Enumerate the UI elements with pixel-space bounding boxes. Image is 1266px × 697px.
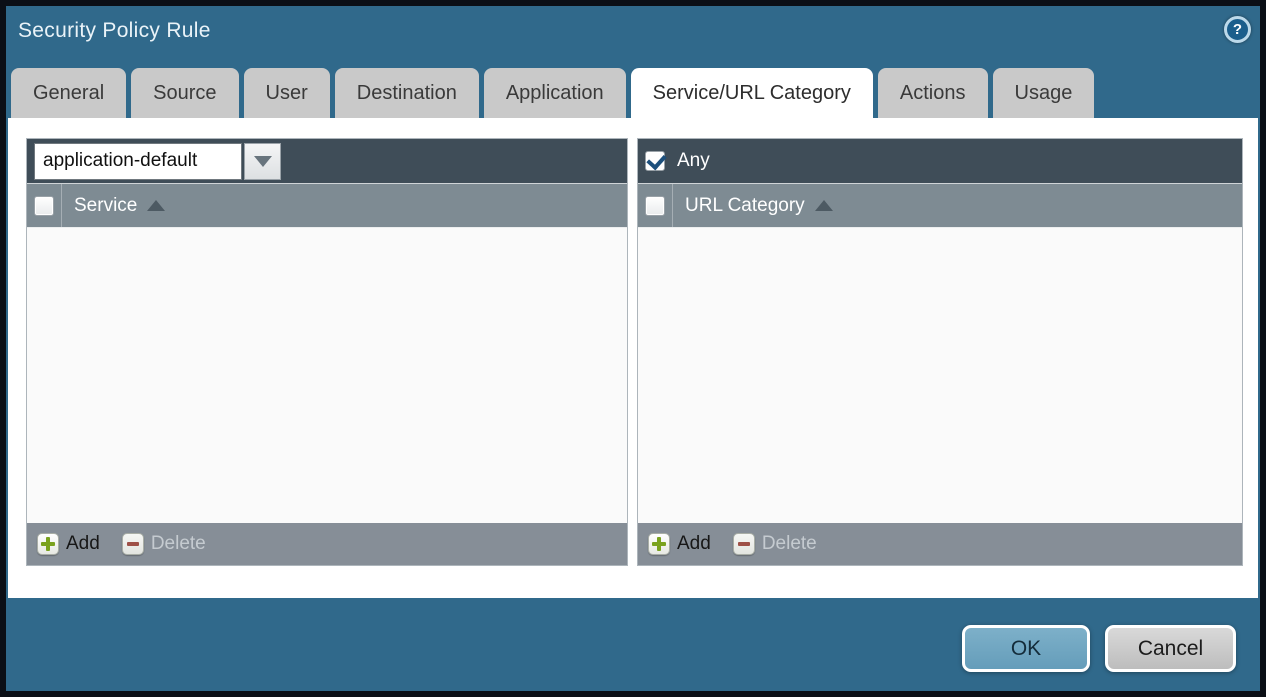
tab-destination[interactable]: Destination bbox=[335, 68, 479, 118]
sort-ascending-icon[interactable] bbox=[147, 200, 165, 211]
url-category-column-header-row: URL Category bbox=[638, 183, 1242, 228]
tab-usage[interactable]: Usage bbox=[993, 68, 1095, 118]
tab-application[interactable]: Application bbox=[484, 68, 626, 118]
service-column-header[interactable]: Service bbox=[74, 195, 137, 217]
url-category-column-header[interactable]: URL Category bbox=[685, 195, 805, 217]
security-policy-rule-dialog: Security Policy Rule ? General Source Us… bbox=[0, 0, 1266, 697]
add-label: Add bbox=[66, 533, 100, 555]
dialog-content: application-default Service Add bbox=[8, 118, 1258, 598]
service-type-value[interactable]: application-default bbox=[34, 143, 242, 180]
service-panel: application-default Service Add bbox=[26, 138, 628, 566]
service-list[interactable] bbox=[27, 228, 627, 523]
any-checkbox[interactable] bbox=[645, 151, 665, 171]
url-category-panel-footer: Add Delete bbox=[638, 523, 1242, 565]
service-panel-topbar: application-default bbox=[27, 139, 627, 183]
url-category-list[interactable] bbox=[638, 228, 1242, 523]
tab-actions[interactable]: Actions bbox=[878, 68, 988, 118]
url-category-delete-button[interactable]: Delete bbox=[733, 533, 817, 555]
delete-label: Delete bbox=[151, 533, 206, 555]
help-glyph: ? bbox=[1233, 21, 1242, 38]
add-icon bbox=[648, 533, 670, 555]
tab-bar: General Source User Destination Applicat… bbox=[11, 68, 1094, 118]
delete-icon bbox=[122, 533, 144, 555]
sort-ascending-icon[interactable] bbox=[815, 200, 833, 211]
url-category-select-all-checkbox[interactable] bbox=[645, 196, 665, 216]
url-category-panel: Any URL Category Add Delete bbox=[637, 138, 1243, 566]
service-panel-footer: Add Delete bbox=[27, 523, 627, 565]
service-select-all-checkbox[interactable] bbox=[34, 196, 54, 216]
tab-source[interactable]: Source bbox=[131, 68, 238, 118]
url-category-select-all-cell bbox=[638, 184, 673, 227]
service-type-dropdown[interactable]: application-default bbox=[34, 143, 281, 180]
url-category-panel-topbar: Any bbox=[638, 139, 1242, 183]
url-category-add-button[interactable]: Add bbox=[648, 533, 711, 555]
tab-general[interactable]: General bbox=[11, 68, 126, 118]
service-delete-button[interactable]: Delete bbox=[122, 533, 206, 555]
tab-service-url-category[interactable]: Service/URL Category bbox=[631, 68, 873, 118]
add-label: Add bbox=[677, 533, 711, 555]
service-column-header-row: Service bbox=[27, 183, 627, 228]
service-select-all-cell bbox=[27, 184, 62, 227]
any-label: Any bbox=[677, 150, 710, 172]
dialog-title: Security Policy Rule bbox=[18, 19, 211, 43]
service-add-button[interactable]: Add bbox=[37, 533, 100, 555]
tab-user[interactable]: User bbox=[244, 68, 330, 118]
delete-icon bbox=[733, 533, 755, 555]
help-icon[interactable]: ? bbox=[1224, 16, 1251, 43]
delete-label: Delete bbox=[762, 533, 817, 555]
chevron-down-icon bbox=[254, 156, 272, 167]
ok-button[interactable]: OK bbox=[962, 625, 1090, 672]
dropdown-arrow-button[interactable] bbox=[244, 143, 281, 180]
add-icon bbox=[37, 533, 59, 555]
cancel-button[interactable]: Cancel bbox=[1105, 625, 1236, 672]
